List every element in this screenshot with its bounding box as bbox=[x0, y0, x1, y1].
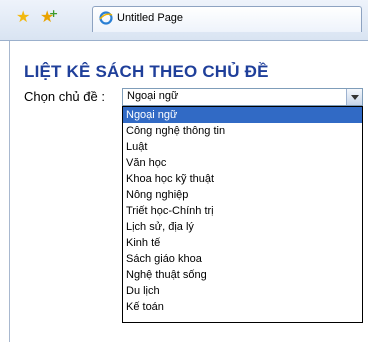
topic-option[interactable]: Luật bbox=[123, 139, 362, 155]
topic-option[interactable]: Ngoại ngữ bbox=[123, 107, 362, 123]
topic-option[interactable]: Sách giáo khoa bbox=[123, 251, 362, 267]
topic-option[interactable]: Văn học bbox=[123, 155, 362, 171]
topic-select-value: Ngoại ngữ bbox=[127, 90, 179, 102]
browser-tab[interactable]: Untitled Page bbox=[92, 6, 362, 32]
tab-title: Untitled Page bbox=[117, 12, 184, 24]
browser-tab-bar: ★ ★ + Untitled Page bbox=[0, 0, 368, 41]
topic-dropdown-list: Ngoại ngữ Công nghệ thông tin Luật Văn học K… bbox=[122, 106, 363, 323]
page-title: LIỆT KÊ SÁCH THEO CHỦ ĐỀ bbox=[24, 62, 269, 81]
content-frame-border bbox=[9, 41, 10, 342]
topic-option[interactable]: Du lịch bbox=[123, 283, 362, 299]
topic-option[interactable]: Lịch sử, địa lý bbox=[123, 219, 362, 235]
topic-label: Chọn chủ đề : bbox=[24, 89, 105, 104]
dropdown-arrow-icon[interactable] bbox=[346, 89, 362, 105]
ie-page-icon bbox=[99, 11, 113, 25]
topic-option[interactable]: Nông nghiệp bbox=[123, 187, 362, 203]
topic-option[interactable]: Công nghệ thông tin bbox=[123, 123, 362, 139]
topic-option[interactable]: Kinh tế bbox=[123, 235, 362, 251]
topic-option[interactable]: Nghệ thuật sống bbox=[123, 267, 362, 283]
topic-option[interactable]: Kế toán bbox=[123, 299, 362, 315]
add-favorites-icon[interactable]: ★ + bbox=[40, 7, 58, 25]
favorites-star-icon[interactable]: ★ bbox=[16, 9, 30, 25]
topic-select[interactable]: Ngoại ngữ bbox=[122, 88, 363, 106]
topic-option[interactable]: Triết học-Chính trị bbox=[123, 203, 362, 219]
topic-option[interactable]: Khoa học kỹ thuật bbox=[123, 171, 362, 187]
